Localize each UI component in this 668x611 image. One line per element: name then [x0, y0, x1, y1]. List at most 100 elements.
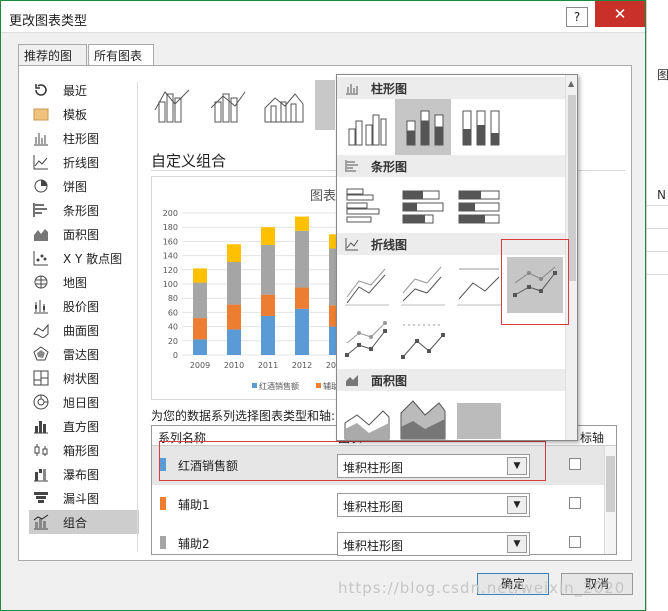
sidebar-item-label: 面积图 [63, 227, 100, 242]
combo-subtype-2[interactable] [205, 80, 251, 130]
excel-background: 图 N [646, 0, 668, 611]
highlight-box [159, 441, 546, 481]
sidebar-item-surface-chart[interactable]: 曲面图 [29, 318, 139, 342]
sidebar-item-label: 最近 [63, 83, 88, 98]
popup-section-label: 面积图 [371, 373, 408, 388]
treemap-chart-icon [33, 370, 49, 386]
column-chart-icon [346, 84, 358, 95]
popup-clustered-bar[interactable] [339, 177, 395, 233]
chart-category-list: 最近模板柱形图折线图饼图 条形图面积图 X Y 散点图 地图 股价图 曲面图雷达图树状图旭… [29, 78, 139, 534]
secondary-axis-checkbox[interactable] [569, 536, 581, 548]
popup-area[interactable] [339, 393, 395, 440]
popup-stacked-line-with-markers[interactable] [339, 315, 395, 371]
bar [261, 294, 275, 316]
chevron-down-icon[interactable]: ▼ [507, 496, 527, 514]
popup-stacked-area[interactable] [395, 393, 451, 440]
sidebar-item-waterfall-chart[interactable]: 瀑布图 [29, 462, 139, 486]
series-row[interactable]: 辅助1 堆积柱形图 ▼ [152, 485, 604, 524]
popup-100-stacked-column[interactable] [451, 99, 507, 155]
popup-section-label: 折线图 [371, 237, 408, 252]
gridline [647, 274, 668, 275]
combo-subtype-3[interactable] [261, 80, 307, 130]
y-tick-label: 20 [168, 337, 178, 346]
secondary-axis-checkbox[interactable] [569, 497, 581, 509]
popup-stacked-bar[interactable] [395, 177, 451, 233]
area-chart-icon [34, 229, 48, 241]
close-button[interactable]: ✕ [595, 1, 645, 27]
secondary-axis-checkbox[interactable] [569, 458, 581, 470]
sidebar-item-stock-chart[interactable]: 股价图 [29, 294, 139, 318]
sidebar-item-radar-chart[interactable]: 雷达图 [29, 342, 139, 366]
stacked-line-icon [401, 266, 445, 306]
sidebar-item-sunburst-chart[interactable]: 旭日图 [29, 390, 139, 414]
sidebar-item-area-chart[interactable]: 面积图 [29, 222, 139, 246]
dialog-title: 更改图表类型 [9, 14, 88, 29]
sidebar-item-funnel-chart[interactable]: 漏斗图 [29, 486, 139, 510]
legend-label: 红酒销售额 [259, 381, 299, 391]
gridline [647, 205, 668, 206]
popup-100-stacked-bar[interactable] [451, 177, 507, 233]
y-tick-label: 140 [163, 252, 178, 261]
sidebar-item-map-chart[interactable]: 地图 [29, 270, 139, 294]
sidebar-item-label: 模板 [63, 107, 88, 122]
line-icon [345, 268, 389, 306]
sidebar-item-scatter-chart[interactable]: X Y 散点图 [29, 246, 139, 270]
surface-chart-icon [33, 323, 49, 338]
popup-100-stacked-area[interactable] [451, 393, 507, 440]
popup-100-stacked-line-with-markers[interactable] [395, 315, 451, 371]
chart-type-dropdown[interactable]: 堆积柱形图 ▼ [337, 493, 530, 517]
grid-scrollbar[interactable] [604, 446, 616, 554]
scroll-up-icon[interactable]: ▲ [568, 79, 574, 88]
chart-type-dropdown[interactable]: 堆积柱形图 ▼ [337, 532, 530, 556]
bar [227, 329, 241, 355]
sidebar-item-template-folder[interactable]: 模板 [29, 102, 139, 126]
combo-column-line-icon [154, 89, 190, 123]
popup-scroll-thumb[interactable] [568, 95, 576, 281]
chevron-down-icon[interactable]: ▼ [507, 535, 527, 553]
bar [295, 308, 309, 355]
series-row[interactable]: 辅助2 堆积柱形图 ▼ [152, 524, 604, 563]
scroll-thumb[interactable] [606, 456, 615, 512]
stacked-area-icon [400, 400, 446, 440]
combo-subtype-custom[interactable] [315, 80, 335, 130]
popup-stacked-line[interactable] [395, 257, 451, 313]
combo-subtype-1[interactable] [149, 80, 195, 130]
sidebar-item-pie-chart[interactable]: 饼图 [29, 174, 139, 198]
excel-cell-text: N [657, 188, 666, 202]
sidebar-item-box-whisker-chart[interactable]: 箱形图 [29, 438, 139, 462]
sidebar-item-label: 雷达图 [63, 347, 100, 362]
legend-swatch [316, 383, 321, 388]
sidebar-item-histogram-chart[interactable]: 直方图 [29, 414, 139, 438]
y-tick-label: 120 [163, 266, 178, 275]
x-tick-label: 2012 [292, 361, 312, 370]
sidebar-item-combo-chart[interactable]: 组合 [29, 510, 139, 534]
popup-clustered-column[interactable] [339, 99, 395, 155]
line-chart-icon [345, 238, 359, 251]
tab-recommended[interactable]: 推荐的图表 [18, 44, 87, 80]
sidebar-item-treemap-chart[interactable]: 树状图 [29, 366, 139, 390]
popup-line[interactable] [339, 257, 395, 313]
tab-all-charts[interactable]: 所有图表 [88, 44, 154, 67]
sidebar-item-label: 折线图 [63, 155, 100, 170]
radar-chart-icon [33, 346, 49, 361]
y-tick-label: 200 [163, 209, 178, 218]
scatter-chart-icon [33, 251, 48, 266]
sidebar-item-line-chart[interactable]: 折线图 [29, 150, 139, 174]
y-tick-label: 80 [168, 294, 178, 303]
popup-section-label: 条形图 [371, 159, 408, 174]
popup-100-stacked-line[interactable] [451, 257, 507, 313]
sidebar-item-bar-chart[interactable]: 条形图 [29, 198, 139, 222]
x-tick-label: 2010 [224, 361, 244, 370]
popup-section-column: 柱形图 [337, 77, 565, 99]
stock-chart-icon [34, 300, 48, 314]
help-button[interactable]: ? [566, 7, 588, 27]
sidebar-item-column-chart[interactable]: 柱形图 [29, 126, 139, 150]
divider [137, 82, 138, 552]
chart-preview: 图表 0 20 40 60 80 100 120 140 160 180 200 2009 2010 20… [151, 176, 341, 400]
percent-stacked-area-icon [457, 403, 501, 439]
popup-section-area: 面积图 [337, 369, 565, 391]
sidebar-item-recent[interactable]: 最近 [29, 78, 139, 102]
bar [193, 339, 207, 355]
combo-area-column-icon [264, 93, 304, 123]
popup-stacked-column[interactable] [395, 99, 451, 155]
